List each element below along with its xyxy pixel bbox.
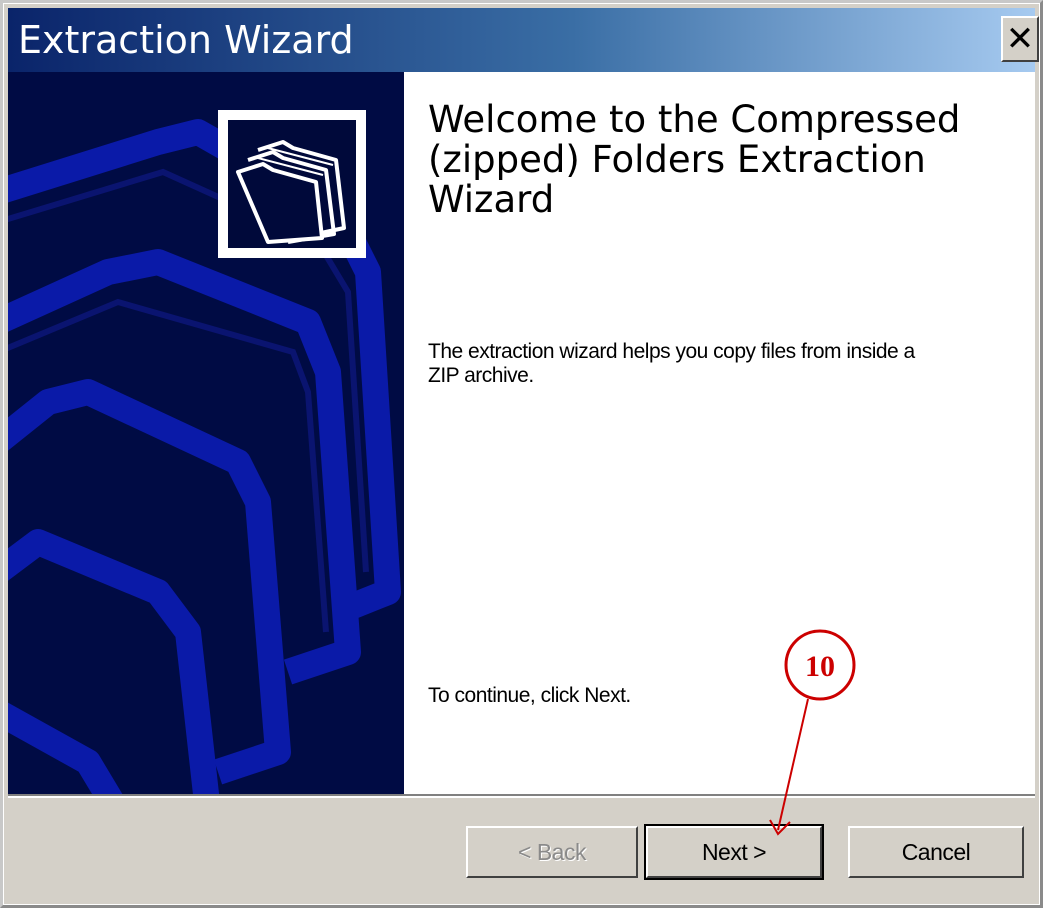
step-callout: 10 [769, 629, 856, 836]
step-number: 10 [805, 650, 835, 683]
callout-arrow-line [777, 698, 809, 831]
